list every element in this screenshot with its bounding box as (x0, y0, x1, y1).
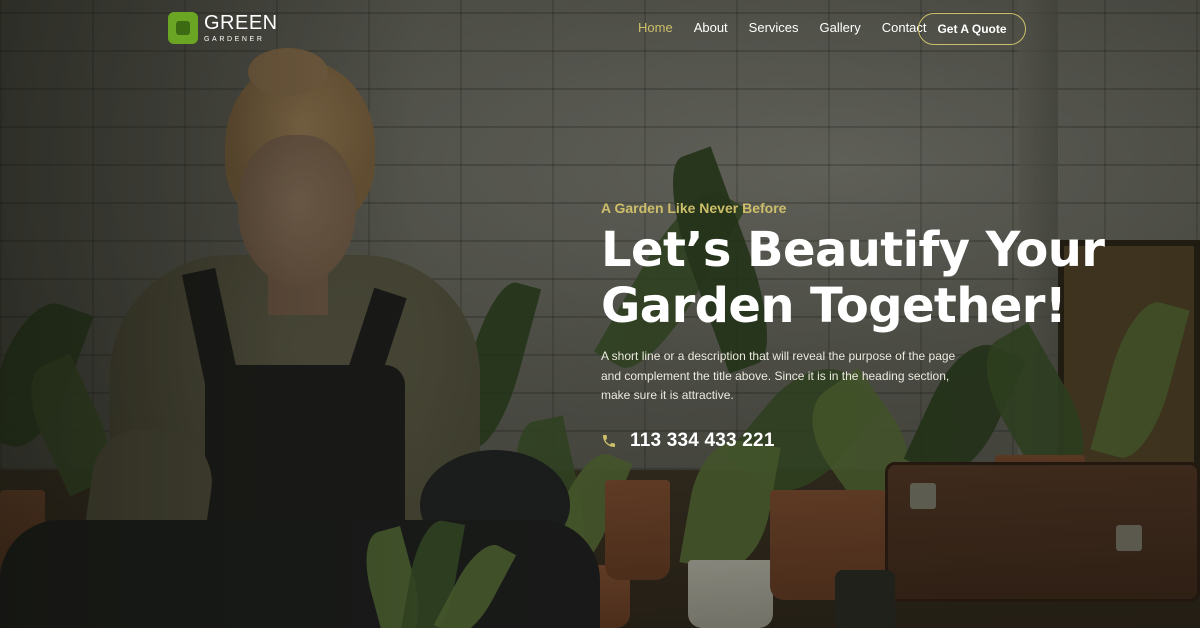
main-nav: Home About Services Gallery Contact (638, 20, 948, 36)
nav-services[interactable]: Services (749, 20, 799, 36)
logo-text: GREEN GARDENER (204, 13, 278, 43)
brand-name: GREEN (204, 12, 278, 34)
hero-description: A short line or a description that will … (601, 349, 956, 402)
phone-icon (601, 432, 617, 450)
nav-home[interactable]: Home (638, 20, 673, 36)
hero-title-line1: Let’s Beautify Your (601, 222, 1105, 278)
get-a-quote-button[interactable]: Get A Quote (918, 13, 1026, 45)
hero-title-line2: Garden Together! (601, 278, 1067, 334)
phone-contact[interactable]: 113 334 433 221 (601, 430, 775, 452)
hero-title: Let’s Beautify Your Garden Together! (601, 222, 1161, 334)
hero-eyebrow: A Garden Like Never Before (601, 200, 787, 216)
nav-gallery[interactable]: Gallery (820, 20, 861, 36)
nav-about[interactable]: About (694, 20, 728, 36)
phone-number: 113 334 433 221 (630, 430, 775, 451)
logo-icon (168, 12, 198, 44)
brand-logo[interactable]: GREEN GARDENER (168, 12, 278, 44)
brand-tagline: GARDENER (204, 36, 265, 43)
